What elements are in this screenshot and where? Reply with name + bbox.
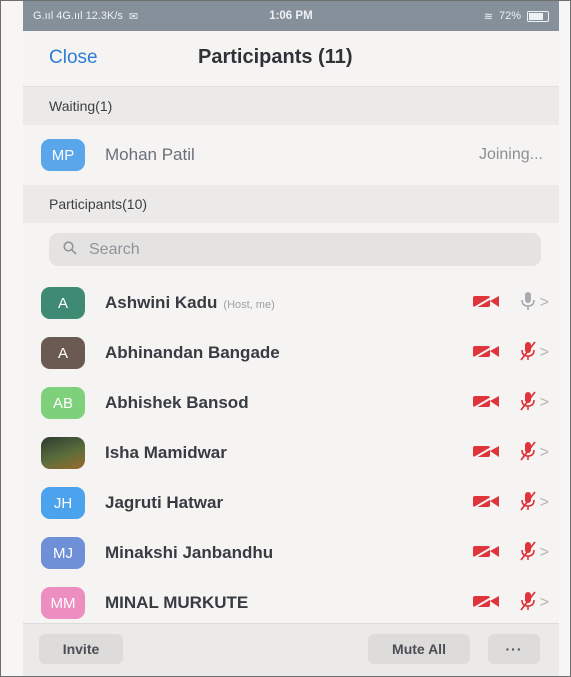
waiting-section-heading: Waiting(1)	[23, 87, 559, 125]
list-item[interactable]: A Abhinandan Bangade >	[23, 328, 559, 378]
status-right: ≋ 72%	[484, 10, 549, 23]
participant-name: Minakshi Janbandhu	[105, 543, 274, 562]
search-icon	[63, 241, 77, 258]
signal-indicators: G.ııl 4G.ııl 12.3K/s ✉	[33, 10, 138, 23]
participant-name-container: Isha Mamidwar	[105, 443, 227, 463]
footer-toolbar: Invite Mute All ···	[23, 623, 559, 676]
mic-muted-icon	[518, 540, 538, 567]
avatar	[41, 437, 85, 469]
participant-status-icons: >	[472, 390, 549, 417]
participant-name: Isha Mamidwar	[105, 443, 227, 462]
chevron-right-icon: >	[539, 494, 549, 511]
participant-name: MINAL MURKUTE	[105, 593, 249, 612]
participant-status-icons: >	[472, 490, 549, 517]
chevron-right-icon: >	[539, 394, 549, 411]
video-off-icon	[472, 442, 500, 464]
participant-status-icons: >	[472, 340, 549, 367]
host-tag: (Host, me)	[223, 299, 275, 311]
search-input[interactable]: Search	[49, 233, 541, 266]
joining-status: Joining...	[478, 146, 543, 163]
participant-name-container: MINAL MURKUTE	[105, 593, 248, 613]
battery-percent: 72%	[498, 10, 521, 22]
participant-name-container: Minakshi Janbandhu	[105, 543, 273, 563]
list-item[interactable]: Isha Mamidwar >	[23, 428, 559, 478]
participant-name-container: Jagruti Hatwar	[105, 493, 223, 513]
page-title: Participants (11)	[198, 46, 353, 68]
list-item[interactable]: AB Abhishek Bansod >	[23, 378, 559, 428]
participants-section-heading: Participants(10)	[23, 185, 559, 223]
video-off-icon	[472, 492, 500, 514]
participant-status-icons: >	[472, 540, 549, 567]
message-icon: ✉	[128, 10, 139, 23]
avatar: A	[41, 337, 85, 369]
clock: 1:06 PM	[269, 10, 313, 22]
participant-status-icons: >	[472, 290, 549, 317]
search-placeholder: Search	[89, 240, 140, 258]
list-item[interactable]: A Ashwini Kadu (Host, me) >	[23, 278, 559, 328]
avatar: MM	[41, 587, 85, 619]
status-bar: G.ııl 4G.ııl 12.3K/s ✉ 1:06 PM ≋ 72%	[23, 1, 559, 31]
video-off-icon	[472, 392, 500, 414]
mic-muted-icon	[518, 340, 538, 367]
participant-name: Abhinandan Bangade	[105, 343, 280, 362]
participant-list: A Ashwini Kadu (Host, me) > A Abhinandan Bang…	[23, 278, 559, 628]
close-button[interactable]: Close	[49, 47, 98, 69]
video-off-icon	[472, 542, 500, 564]
participant-name: Jagruti Hatwar	[105, 493, 224, 512]
video-off-icon	[472, 292, 500, 314]
invite-button[interactable]: Invite	[39, 634, 123, 664]
participant-name-container: Ashwini Kadu (Host, me)	[105, 293, 275, 313]
network-status-text: G.ııl 4G.ııl 12.3K/s	[33, 10, 123, 22]
chevron-right-icon: >	[539, 294, 549, 311]
participant-name: Abhishek Bansod	[105, 393, 249, 412]
list-item[interactable]: MJ Minakshi Janbandhu >	[23, 528, 559, 578]
mic-muted-icon	[518, 390, 538, 417]
search-container: Search	[23, 223, 559, 278]
chevron-right-icon: >	[539, 544, 549, 561]
participants-screen: Close Participants (11) Waiting(1) MP Mo…	[23, 31, 559, 676]
video-off-icon	[472, 342, 500, 364]
list-item[interactable]: MM MINAL MURKUTE >	[23, 578, 559, 628]
participant-status-icons: >	[472, 440, 549, 467]
video-off-icon	[472, 592, 500, 614]
participant-name: Mohan Patil	[105, 145, 195, 164]
header: Close Participants (11)	[23, 31, 559, 87]
mic-icon	[518, 290, 538, 317]
mute-all-button[interactable]: Mute All	[368, 634, 470, 664]
avatar: AB	[41, 387, 85, 419]
participant-name: Ashwini Kadu	[105, 293, 218, 312]
wifi-icon: ≋	[483, 10, 493, 23]
avatar: A	[41, 287, 85, 319]
participant-name-container: Abhinandan Bangade	[105, 343, 280, 363]
waiting-list-item[interactable]: MP Mohan Patil Joining...	[23, 125, 559, 185]
more-options-button[interactable]: ···	[488, 634, 540, 664]
avatar: JH	[41, 487, 85, 519]
chevron-right-icon: >	[539, 594, 549, 611]
chevron-right-icon: >	[539, 344, 549, 361]
avatar: MP	[41, 139, 85, 171]
mic-muted-icon	[518, 440, 538, 467]
battery-icon	[527, 10, 549, 22]
participant-status-icons: >	[472, 590, 549, 617]
list-item[interactable]: JH Jagruti Hatwar >	[23, 478, 559, 528]
participant-name-container: Abhishek Bansod	[105, 393, 249, 413]
mic-muted-icon	[518, 490, 538, 517]
avatar: MJ	[41, 537, 85, 569]
phone-frame: G.ııl 4G.ııl 12.3K/s ✉ 1:06 PM ≋ 72% Clo…	[0, 0, 571, 677]
mic-muted-icon	[518, 590, 538, 617]
chevron-right-icon: >	[539, 444, 549, 461]
